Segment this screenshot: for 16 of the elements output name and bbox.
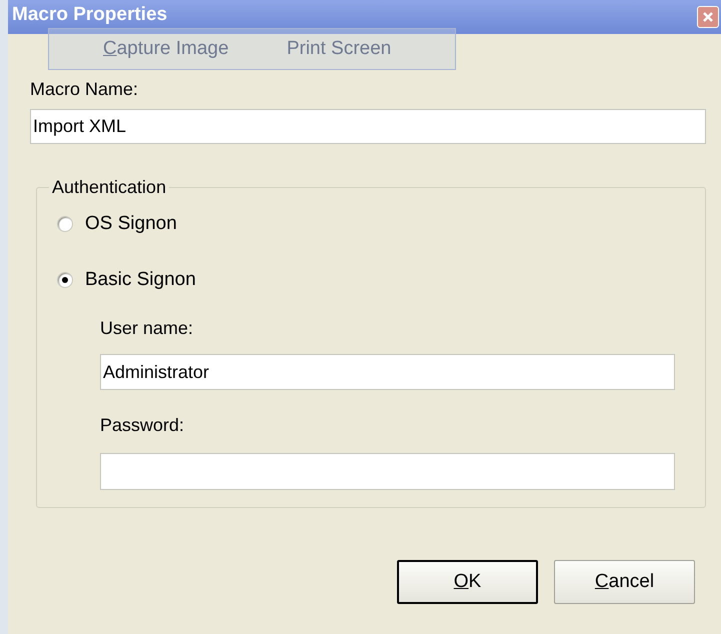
field-label: Password: <box>100 414 186 437</box>
user-name-field[interactable]: Administrator <box>100 354 675 390</box>
macro-name-field[interactable]: Import XML <box>30 109 706 144</box>
password-field[interactable] <box>100 453 675 490</box>
group-title: Authentication <box>51 176 168 199</box>
radio-button[interactable] <box>57 216 73 232</box>
dialog-button[interactable]: OK <box>397 560 538 604</box>
radio-button[interactable] <box>57 272 73 288</box>
field-label: Macro Name: <box>30 78 140 101</box>
window-title: Macro Properties <box>12 2 168 27</box>
radio-label[interactable]: OS Signon <box>85 210 177 238</box>
radio-label[interactable]: Basic Signon <box>85 266 196 294</box>
close-icon <box>702 11 714 23</box>
field-label: User name: <box>100 317 194 340</box>
dialog-button[interactable]: Cancel <box>554 560 695 604</box>
close-button[interactable] <box>697 6 719 28</box>
